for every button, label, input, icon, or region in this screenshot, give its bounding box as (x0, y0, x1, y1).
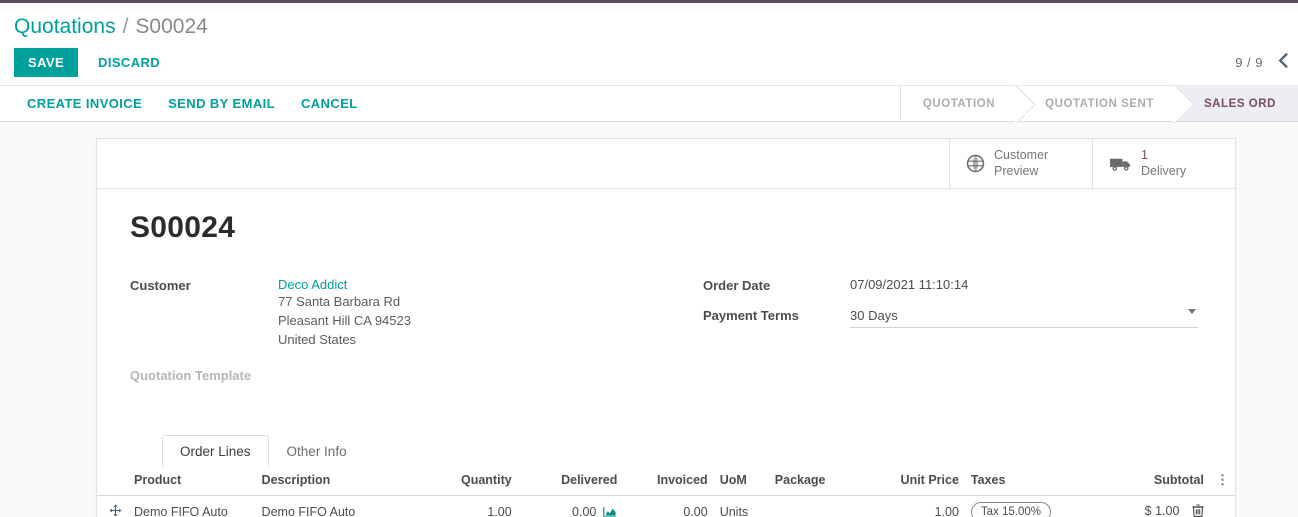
delivery-text: Delivery (1141, 163, 1187, 178)
customer-address-line-2: Pleasant Hill CA 94523 (278, 313, 411, 328)
delivery-label: 1 Delivery (1141, 148, 1186, 179)
stage-quotation[interactable]: QUOTATION (900, 86, 1018, 121)
customer-link[interactable]: Deco Addict (278, 277, 411, 292)
header-description[interactable]: Description (255, 466, 428, 496)
discard-button[interactable]: DISCARD (84, 48, 174, 77)
payment-terms-input-wrap[interactable] (850, 307, 1198, 328)
cell-package[interactable] (768, 495, 871, 517)
chevron-down-icon[interactable] (1188, 309, 1196, 314)
payment-terms-field-row: Payment Terms (703, 307, 1202, 328)
pager: 9 / 9 (1235, 52, 1288, 71)
trash-icon[interactable] (1192, 504, 1204, 517)
table-row[interactable]: Demo FIFO Auto Demo FIFO Auto 1.00 0.00 (97, 495, 1235, 517)
statusbar-row: CREATE INVOICE SEND BY EMAIL CANCEL QUOT… (0, 85, 1298, 122)
control-panel-buttons: SAVE DISCARD (14, 48, 1284, 77)
cell-uom[interactable]: Units (713, 495, 769, 517)
cell-description[interactable]: Demo FIFO Auto (255, 495, 428, 517)
form-sheet: Customer Preview 1 Delivery S00024 Custo… (96, 138, 1236, 517)
customer-preview-button[interactable]: Customer Preview (949, 139, 1092, 188)
breadcrumb-root-link[interactable]: Quotations (14, 15, 116, 39)
customer-address-line-3: United States (278, 332, 357, 347)
cell-invoiced[interactable]: 0.00 (623, 495, 714, 517)
create-invoice-button[interactable]: CREATE INVOICE (14, 96, 155, 111)
workflow-action-buttons: CREATE INVOICE SEND BY EMAIL CANCEL (0, 86, 371, 121)
order-lines-head: Product Description Quantity Delivered I… (97, 466, 1235, 496)
cancel-button[interactable]: CANCEL (288, 96, 371, 111)
form-column-right: Order Date 07/09/2021 11:10:14 Payment T… (666, 277, 1202, 394)
truck-icon (1109, 155, 1132, 173)
quotation-template-label: Quotation Template (130, 368, 252, 383)
customer-field-row: Customer Deco Addict 77 Santa Barbara Rd… (130, 277, 666, 349)
tab-other-info[interactable]: Other Info (269, 435, 365, 467)
cell-delivered[interactable]: 0.00 (517, 495, 624, 517)
save-button[interactable]: SAVE (14, 48, 79, 77)
tax-badge: Tax 15.00% (970, 502, 1052, 517)
cell-unit-price[interactable]: 1.00 (870, 495, 965, 517)
delivered-wrap: 0.00 (524, 505, 618, 517)
delivery-count: 1 (1141, 147, 1148, 162)
order-lines-body: Demo FIFO Auto Demo FIFO Auto 1.00 0.00 (97, 495, 1235, 517)
form-body: S00024 Customer Deco Addict 77 Santa Bar… (97, 189, 1235, 467)
header-subtotal[interactable]: Subtotal (1107, 466, 1210, 496)
delivered-value: 0.00 (572, 505, 597, 517)
form-fields: Customer Deco Addict 77 Santa Barbara Rd… (130, 277, 1202, 394)
cell-product[interactable]: Demo FIFO Auto (128, 495, 256, 517)
order-lines-header-row: Product Description Quantity Delivered I… (97, 466, 1235, 496)
stage-quotation-sent[interactable]: QUOTATION SENT (1017, 86, 1176, 121)
subtotal-value: $ 1.00 (1144, 504, 1180, 517)
stat-button-box: Customer Preview 1 Delivery (97, 139, 1235, 189)
form-column-left: Customer Deco Addict 77 Santa Barbara Rd… (130, 277, 666, 394)
quotation-template-field-row: Quotation Template (130, 367, 666, 388)
chevron-left-icon[interactable] (1277, 52, 1288, 71)
pager-count[interactable]: 9 / 9 (1235, 55, 1263, 70)
order-date-label: Order Date (703, 278, 771, 293)
customer-label: Customer (130, 278, 191, 293)
header-handle (97, 466, 128, 496)
row-options-cell (1209, 495, 1235, 517)
statusbar: QUOTATION QUOTATION SENT SALES ORD (899, 86, 1298, 121)
delivery-button[interactable]: 1 Delivery (1092, 139, 1235, 188)
order-date-value: 07/09/2021 11:10:14 (850, 277, 969, 292)
globe-icon (966, 154, 985, 173)
header-package[interactable]: Package (768, 466, 871, 496)
header-delivered[interactable]: Delivered (517, 466, 624, 496)
header-taxes[interactable]: Taxes (964, 466, 1108, 496)
header-product[interactable]: Product (128, 466, 256, 496)
row-drag-handle-cell[interactable] (97, 495, 128, 517)
page-title: S00024 (130, 211, 236, 244)
notebook: Order Lines Other Info (130, 434, 1202, 467)
header-uom[interactable]: UoM (713, 466, 769, 496)
tab-order-lines[interactable]: Order Lines (162, 435, 269, 467)
customer-value-group: Deco Addict 77 Santa Barbara Rd Pleasant… (278, 277, 411, 349)
breadcrumb: Quotations / S00024 (14, 3, 1284, 39)
order-lines-table: Product Description Quantity Delivered I… (97, 466, 1235, 517)
drag-handle-icon[interactable] (109, 504, 122, 517)
customer-preview-line2: Preview (994, 163, 1039, 178)
customer-preview-label: Customer Preview (994, 148, 1048, 179)
column-options-icon[interactable]: ⋮ (1209, 466, 1235, 496)
breadcrumb-separator: / (122, 14, 129, 38)
payment-terms-input[interactable] (850, 307, 1198, 323)
header-invoiced[interactable]: Invoiced (623, 466, 714, 496)
cell-subtotal: $ 1.00 (1107, 495, 1210, 517)
cell-quantity[interactable]: 1.00 (427, 495, 518, 517)
area-chart-icon[interactable] (603, 506, 617, 517)
control-panel: Quotations / S00024 SAVE DISCARD 9 / 9 (0, 3, 1298, 85)
sheet-container: Customer Preview 1 Delivery S00024 Custo… (0, 122, 1298, 517)
header-quantity[interactable]: Quantity (427, 466, 518, 496)
customer-address-line-1: 77 Santa Barbara Rd (278, 294, 401, 309)
notebook-tabs: Order Lines Other Info (130, 434, 1202, 467)
header-unit-price[interactable]: Unit Price (870, 466, 965, 496)
send-by-email-button[interactable]: SEND BY EMAIL (155, 96, 288, 111)
order-date-field-row: Order Date 07/09/2021 11:10:14 (703, 277, 1202, 298)
column-options-dots: ⋮ (1215, 472, 1229, 487)
payment-terms-label: Payment Terms (703, 308, 799, 323)
customer-preview-line1: Customer (994, 147, 1049, 162)
breadcrumb-current: S00024 (135, 14, 208, 38)
odoo-sales-order-page: Quotations / S00024 SAVE DISCARD 9 / 9 C… (0, 0, 1298, 517)
cell-taxes[interactable]: Tax 15.00% (964, 495, 1108, 517)
